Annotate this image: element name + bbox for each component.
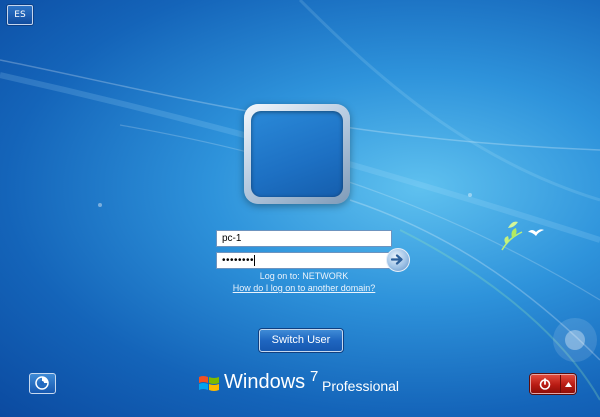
username-input[interactable] — [216, 230, 392, 247]
ease-of-access-button[interactable] — [29, 373, 56, 394]
power-icon — [539, 378, 551, 390]
submit-login-button[interactable] — [386, 248, 410, 272]
caret-up-icon — [565, 382, 572, 387]
windows-version: 7 — [310, 368, 319, 385]
arrow-right-icon — [391, 254, 403, 265]
text-caret — [254, 254, 256, 266]
logon-to-label: Log on to: NETWORK — [259, 271, 349, 281]
windows-wordmark: Windows — [224, 371, 306, 393]
user-picture-frame — [244, 104, 350, 204]
background-swooshes — [0, 0, 600, 401]
windows-flag-icon — [199, 376, 219, 391]
shutdown-button[interactable] — [531, 375, 560, 393]
ease-of-access-icon — [35, 376, 49, 390]
password-input[interactable]: •••••••• — [216, 252, 392, 269]
language-indicator-button[interactable]: ES — [7, 5, 33, 25]
user-picture — [251, 111, 343, 197]
windows-edition: Professional — [322, 378, 400, 394]
domain-help-link[interactable]: How do I log on to another domain? — [216, 283, 392, 293]
power-controls — [530, 374, 576, 394]
password-mask: •••••••• — [222, 255, 255, 266]
decorative-birds-icon — [501, 221, 544, 251]
switch-user-button[interactable]: Switch User — [259, 329, 343, 352]
shutdown-options-button[interactable] — [560, 375, 575, 393]
